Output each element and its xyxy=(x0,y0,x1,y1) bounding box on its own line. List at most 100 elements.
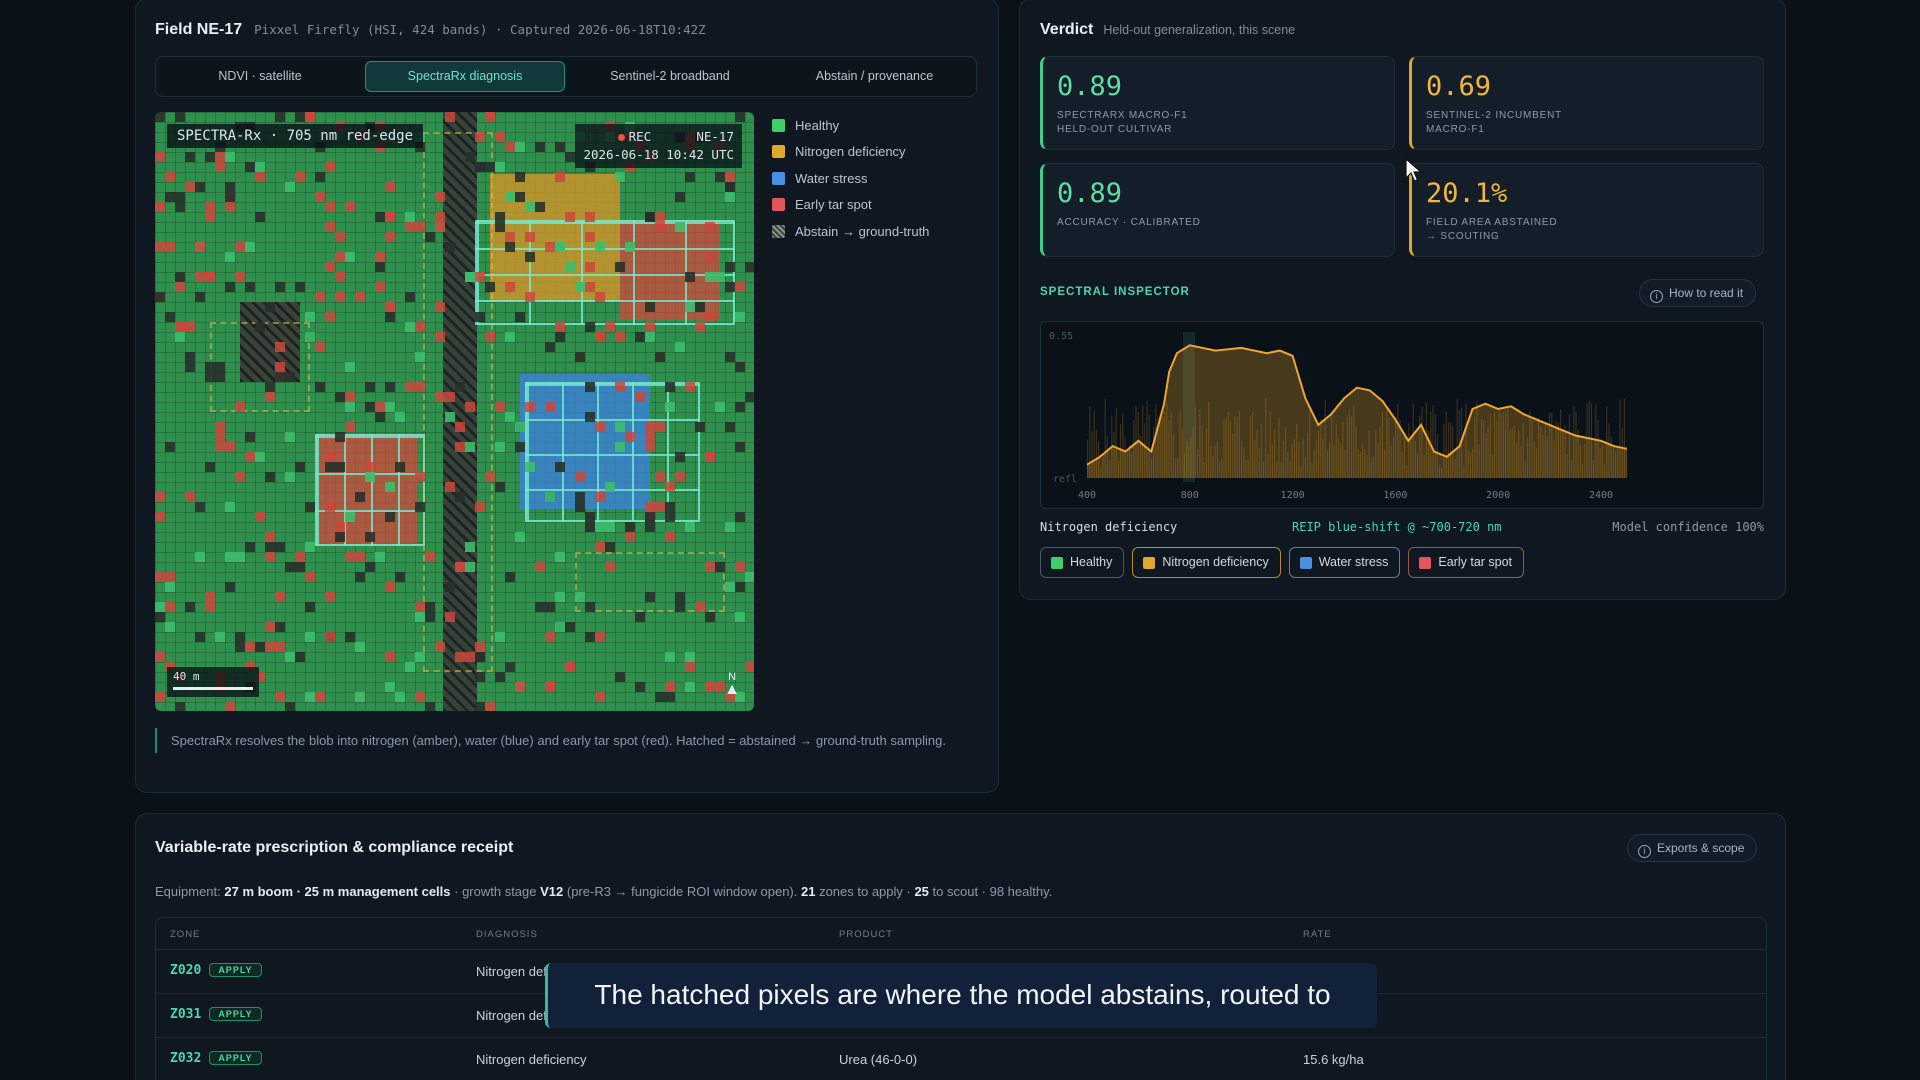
map-pixel xyxy=(495,482,505,492)
chip-tar-spot[interactable]: Early tar spot xyxy=(1408,547,1525,578)
map-pixel xyxy=(345,402,355,412)
map-pixel xyxy=(395,572,405,582)
map-pixel xyxy=(625,532,635,542)
exports-scope-button[interactable]: i Exports & scope xyxy=(1627,834,1758,862)
map-pixel xyxy=(515,442,525,452)
map-legend: Healthy Nitrogen deficiency Water stress… xyxy=(772,112,929,245)
map-pixel xyxy=(535,602,545,612)
map-pixel xyxy=(665,692,675,702)
map-pixel xyxy=(585,212,595,222)
map-pixel xyxy=(385,232,395,242)
map-pixel xyxy=(555,242,565,252)
map-pixel xyxy=(725,262,735,272)
row-diagnosis: Nitrogen deficiency xyxy=(476,1052,587,1067)
map-pixel xyxy=(575,492,585,502)
map-pixel xyxy=(585,262,595,272)
map-pixel xyxy=(475,672,485,682)
map-pixel xyxy=(415,612,425,622)
map-pixel xyxy=(675,602,685,612)
map-pixel xyxy=(645,332,655,342)
metric-label: FIELD AREA ABSTAINED → SCOUTING xyxy=(1426,217,1558,242)
map-pixel xyxy=(345,252,355,262)
legend-label: Nitrogen deficiency xyxy=(795,144,906,160)
map-pixel xyxy=(585,232,595,242)
readout-shift: REIP blue-shift @ ~700-720 nm xyxy=(1292,520,1502,534)
map-pixel xyxy=(475,312,485,322)
chip-water[interactable]: Water stress xyxy=(1288,547,1401,578)
col-diagnosis: DIAGNOSIS xyxy=(476,929,538,940)
map-pixel xyxy=(605,482,615,492)
map-pixel xyxy=(645,302,655,312)
map-pixel xyxy=(305,502,315,512)
map-pixel xyxy=(325,162,335,172)
map-pixel xyxy=(345,362,355,372)
map-pixel xyxy=(205,272,215,282)
map-pixel xyxy=(155,152,165,162)
map-pixel xyxy=(305,692,315,702)
map-pixel xyxy=(375,262,385,272)
spectrum-chart[interactable]: 0.55 refl 400 800 1200 1600 2000 2400 xyxy=(1040,321,1764,509)
map-pixel xyxy=(265,302,275,312)
map-pixel xyxy=(445,112,455,122)
map-pixel xyxy=(505,232,515,242)
map-pixel xyxy=(615,262,625,272)
map-pixel xyxy=(745,572,754,582)
map-pixel xyxy=(305,332,315,342)
map-pixel xyxy=(235,642,245,652)
tab-sentinel[interactable]: Sentinel-2 broadband xyxy=(570,61,770,92)
how-to-read-label: How to read it xyxy=(1669,286,1744,300)
map-pixel xyxy=(255,172,265,182)
map-pixel xyxy=(305,572,315,582)
legend-water: Water stress xyxy=(772,165,929,192)
map-pixel xyxy=(645,212,655,222)
map-pixel xyxy=(285,562,295,572)
map-pixel xyxy=(635,612,645,622)
chip-nitrogen[interactable]: Nitrogen deficiency xyxy=(1132,547,1281,578)
map-pixel xyxy=(455,382,465,392)
map-pixel xyxy=(525,402,535,412)
x-tick-label: 2400 xyxy=(1589,490,1613,501)
map-pixel xyxy=(325,462,335,472)
zone-id[interactable]: Z032 xyxy=(170,1051,201,1066)
map-pixel xyxy=(315,692,325,702)
diagnosis-map[interactable]: SPECTRA-Rx · 705 nm red-edge REC NE-17 2… xyxy=(155,112,754,711)
map-pixel xyxy=(325,452,335,462)
map-pixel xyxy=(685,652,695,662)
map-pixel xyxy=(175,702,185,711)
y-axis-label: refl xyxy=(1053,474,1077,485)
map-pixel xyxy=(575,502,585,512)
map-pixel xyxy=(425,232,435,242)
tab-abstain[interactable]: Abstain / provenance xyxy=(775,61,974,92)
class-chips: Healthy Nitrogen deficiency Water stress… xyxy=(1040,547,1525,578)
map-pixel xyxy=(385,302,395,312)
map-pixel xyxy=(155,692,165,702)
tab-ndvi[interactable]: NDVI · satellite xyxy=(160,61,360,92)
legend-nitrogen: Nitrogen deficiency xyxy=(772,139,929,166)
how-to-read-button[interactable]: i How to read it xyxy=(1639,279,1757,307)
map-pixel xyxy=(655,502,665,512)
map-pixel xyxy=(335,252,345,262)
legend-tar-spot: Early tar spot xyxy=(772,192,929,219)
map-pixel xyxy=(395,412,405,422)
map-pixel xyxy=(345,512,355,522)
map-pixel xyxy=(195,502,205,512)
map-pixel xyxy=(605,562,615,572)
map-pixel xyxy=(305,632,315,642)
map-pixel xyxy=(495,402,505,412)
zone-id[interactable]: Z020 xyxy=(170,963,201,978)
zone-id[interactable]: Z031 xyxy=(170,1007,201,1022)
legend-label: Healthy xyxy=(795,117,840,133)
readout-confidence: Model confidence 100% xyxy=(1612,520,1764,534)
map-pixel xyxy=(505,412,515,422)
table-row[interactable]: Z032 APPLY Nitrogen deficiency Urea (46-0… xyxy=(156,1038,1766,1080)
tab-spectrarx[interactable]: SpectraRx diagnosis xyxy=(365,61,565,92)
map-pixel xyxy=(485,702,495,711)
map-pixel xyxy=(575,472,585,482)
map-pixel xyxy=(335,532,345,542)
map-pixel xyxy=(165,442,175,452)
chip-healthy[interactable]: Healthy xyxy=(1040,547,1125,578)
map-pixel xyxy=(435,302,445,312)
map-pixel xyxy=(725,422,735,432)
map-pixel xyxy=(385,182,395,192)
map-pixel xyxy=(165,602,175,612)
